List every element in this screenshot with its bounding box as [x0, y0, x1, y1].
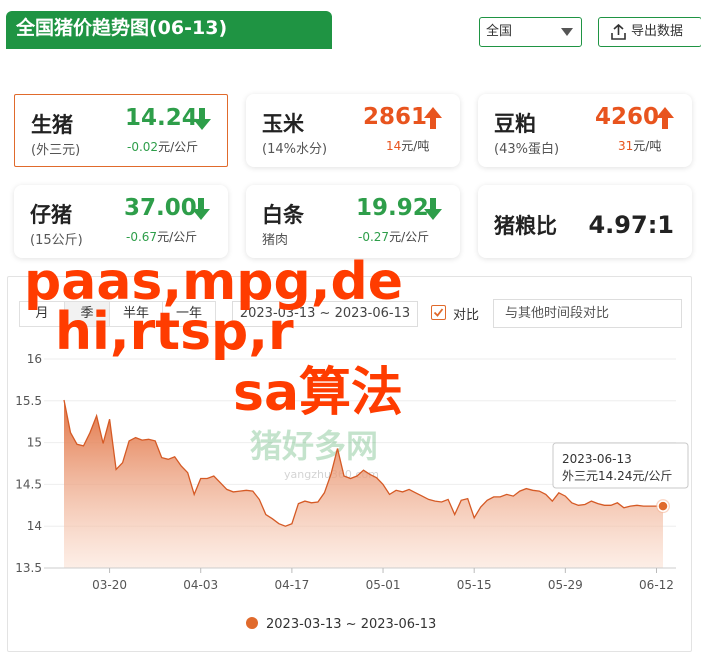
card-soybean-meal[interactable]: 豆粕 (43%蛋白) 4260 31元/吨: [478, 94, 692, 167]
card-price: 2861: [363, 104, 428, 130]
card-name: 白条: [262, 203, 304, 227]
card-name: 猪粮比: [494, 214, 557, 238]
card-sub: (14%水分): [262, 142, 328, 157]
card-name: 生猪: [31, 113, 73, 137]
card-ratio: 4.97:1: [588, 211, 674, 239]
export-data-button[interactable]: 导出数据: [598, 17, 701, 47]
chevron-down-icon: [561, 28, 573, 36]
card-price: 37.00: [124, 195, 197, 221]
overlay-text-line-1: paas,mpg,de: [24, 252, 403, 312]
card-price: 19.92: [356, 195, 429, 221]
compare-period-input[interactable]: 与其他时间段对比: [493, 299, 682, 328]
card-name: 豆粕: [494, 112, 536, 136]
card-pork-carcass[interactable]: 白条 猪肉 19.92 -0.27元/公斤: [246, 185, 460, 258]
overlay-text-line-3: sa算法: [233, 363, 404, 423]
upload-icon: [611, 23, 626, 40]
card-sub: (43%蛋白): [494, 142, 560, 157]
region-select-value: 全国: [486, 24, 513, 39]
card-change: 14元/吨: [386, 139, 430, 153]
page-title: 全国猪价趋势图(06-13): [6, 11, 332, 47]
compare-checkbox[interactable]: [431, 305, 446, 320]
card-price: 4260: [595, 104, 660, 130]
check-icon: [433, 308, 444, 317]
card-change: -0.67元/公斤: [126, 230, 198, 244]
card-name: 玉米: [262, 112, 304, 136]
card-price: 14.24: [125, 105, 198, 131]
card-name: 仔猪: [30, 203, 72, 227]
arrow-down-icon: [192, 198, 210, 220]
card-sub: 猪肉: [262, 233, 289, 248]
card-sub: (15公斤): [30, 233, 83, 248]
title-underline: [6, 46, 332, 49]
card-change: -0.02元/公斤: [127, 140, 199, 154]
card-change: 31元/吨: [618, 139, 662, 153]
card-live-hog[interactable]: 生猪 (外三元) 14.24 -0.02元/公斤: [14, 94, 228, 167]
card-hog-grain-ratio[interactable]: 猪粮比 4.97:1: [478, 185, 692, 258]
arrow-up-icon: [656, 107, 674, 129]
export-data-label: 导出数据: [631, 24, 684, 39]
card-change: -0.27元/公斤: [358, 230, 430, 244]
overlay-text-line-2: hi,rtsp,r: [55, 302, 294, 362]
arrow-up-icon: [424, 107, 442, 129]
card-corn[interactable]: 玉米 (14%水分) 2861 14元/吨: [246, 94, 460, 167]
arrow-down-icon: [193, 108, 211, 130]
card-piglet[interactable]: 仔猪 (15公斤) 37.00 -0.67元/公斤: [14, 185, 228, 258]
arrow-down-icon: [424, 198, 442, 220]
card-sub: (外三元): [31, 143, 81, 158]
region-select[interactable]: 全国: [479, 17, 582, 47]
compare-label: 对比: [453, 308, 480, 323]
